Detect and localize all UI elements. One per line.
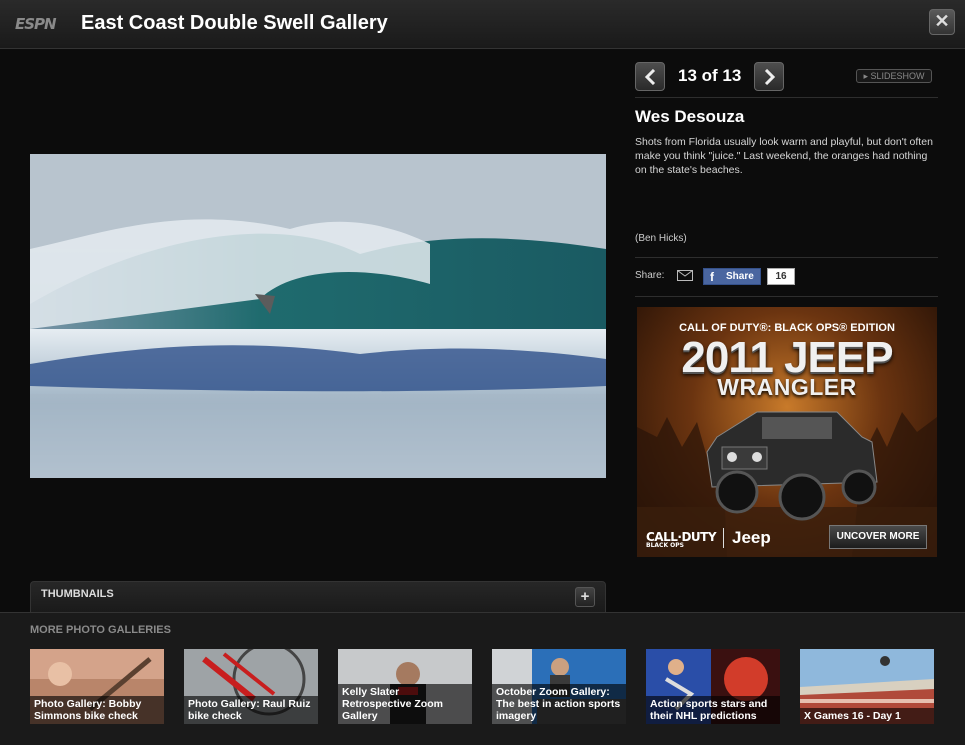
thumbnails-bar[interactable]: THUMBNAILS + [30,581,606,613]
gallery-caption: Photo Gallery: Raul Ruiz bike check [184,696,318,724]
divider [635,296,938,297]
photo-credit: (Ben Hicks) [635,233,687,244]
jeep-logo: Jeep [732,528,771,547]
gallery-header: ESPN East Coast Double Swell Gallery ✕ [0,0,965,49]
gallery-thumbnail[interactable]: Kelly Slater Retrospective Zoom Gallery [338,649,472,724]
gallery-thumbnail[interactable]: Photo Gallery: Bobby Simmons bike check [30,649,164,724]
slide-counter: 13 of 13 [678,66,742,85]
email-icon[interactable] [677,270,693,281]
plus-icon: + [580,588,590,605]
jeep-advertisement[interactable]: CALL OF DUTY®: BLACK OPS® EDITION 2011 J… [637,307,937,557]
chevron-left-icon [644,69,656,85]
thumbnails-label: THUMBNAILS [41,588,114,600]
uncover-more-button[interactable]: UNCOVER MORE [829,525,927,549]
more-galleries-section: MORE PHOTO GALLERIES Photo Gallery: Bobb… [0,612,965,745]
photo-title: Wes Desouza [635,107,745,126]
espn-logo[interactable]: ESPN [15,15,57,33]
more-galleries-title: MORE PHOTO GALLERIES [30,624,171,636]
ad-model: WRANGLER [717,374,857,400]
gallery-caption: Photo Gallery: Bobby Simmons bike check [30,696,164,724]
next-button[interactable] [754,62,784,91]
ad-divider [723,528,724,548]
main-photo [30,154,606,478]
gallery-caption: Kelly Slater Retrospective Zoom Gallery [338,684,472,724]
gallery-thumbnail[interactable]: X Games 16 - Day 1 [800,649,934,724]
share-label: Share: [635,270,665,281]
divider [635,257,938,258]
gallery-thumbnail[interactable]: October Zoom Gallery: The best in action… [492,649,626,724]
gallery-caption: Action sports stars and their NHL predic… [646,696,780,724]
gallery-thumbnail[interactable]: Photo Gallery: Raul Ruiz bike check [184,649,318,724]
facebook-share-button[interactable]: f Share [703,268,761,285]
close-button[interactable]: ✕ [929,9,955,35]
divider [635,97,938,98]
facebook-share-count: 16 [767,268,795,285]
slideshow-button[interactable]: ▸ SLIDESHOW [856,69,932,83]
prev-button[interactable] [635,62,665,91]
facebook-share-label: Share [726,271,754,282]
photo-caption: Shots from Florida usually look warm and… [635,136,933,176]
gallery-thumbnail[interactable]: Action sports stars and their NHL predic… [646,649,780,724]
close-icon: ✕ [934,11,950,31]
call-of-duty-logo: CALL·DUTY BLACK OPS [646,530,717,549]
expand-thumbnails-button[interactable]: + [575,587,595,607]
chevron-right-icon [764,69,776,85]
gallery-caption: October Zoom Gallery: The best in action… [492,684,626,724]
gallery-title: East Coast Double Swell Gallery [81,12,388,34]
facebook-icon: f [710,270,714,284]
gallery-caption: X Games 16 - Day 1 [800,708,934,724]
